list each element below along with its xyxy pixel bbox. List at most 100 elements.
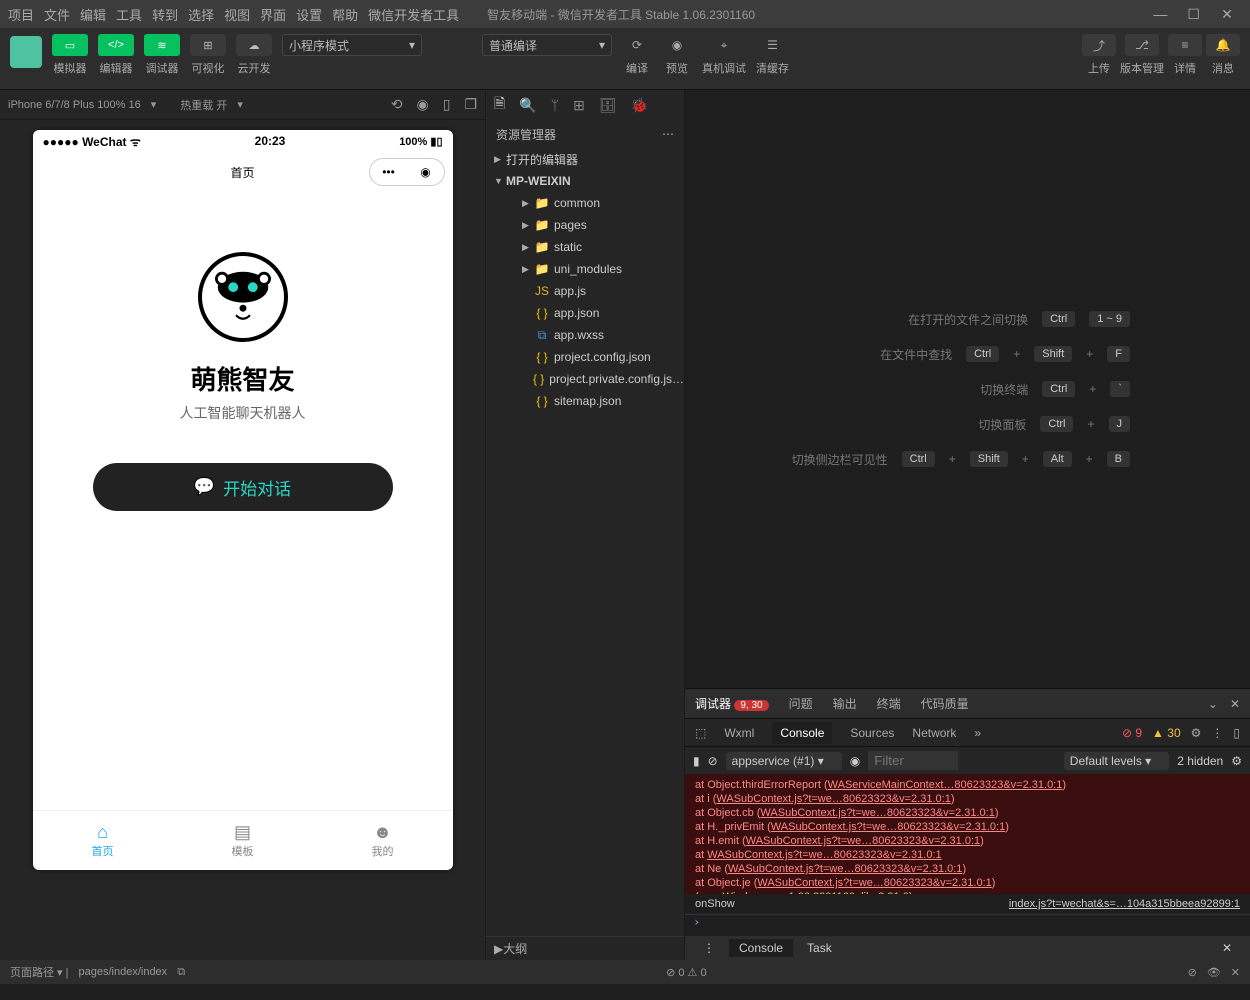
tab-console-bottom[interactable]: Console xyxy=(729,939,793,957)
debugger-button[interactable]: ≋ xyxy=(144,34,180,56)
message-button[interactable]: 🔔 xyxy=(1206,34,1240,56)
ext-icon[interactable]: ⊞ xyxy=(573,97,585,114)
capsule-button[interactable]: •••◉ xyxy=(369,158,445,186)
tab-sources[interactable]: Sources xyxy=(850,726,894,740)
file-project.private.config.js…[interactable]: { }project.private.config.js… xyxy=(486,368,684,390)
gear-icon[interactable]: ⚙ xyxy=(1231,754,1242,768)
tab-template[interactable]: ▤模板 xyxy=(173,811,313,870)
detail-button[interactable]: ≡ xyxy=(1168,34,1202,56)
inspect-icon[interactable]: ⬚ xyxy=(695,726,706,740)
close-panel-icon[interactable]: ✕ xyxy=(1230,697,1240,711)
tab-wxml[interactable]: Wxml xyxy=(724,726,754,740)
tab-network[interactable]: Network xyxy=(912,726,956,740)
device-icon[interactable]: ▯ xyxy=(443,96,451,113)
mode-select[interactable]: 小程序模式▾ xyxy=(282,34,422,56)
refresh-icon[interactable]: ⟲ xyxy=(391,96,403,113)
tab-quality[interactable]: 代码质量 xyxy=(921,695,969,712)
file-project.config.json[interactable]: { }project.config.json xyxy=(486,346,684,368)
files-icon[interactable]: 🗎 xyxy=(494,93,505,117)
console-prompt[interactable]: › xyxy=(685,914,1250,936)
menu-文件[interactable]: 文件 xyxy=(44,8,70,23)
compile-select[interactable]: 普通编译▾ xyxy=(482,34,612,56)
menu-帮助[interactable]: 帮助 xyxy=(332,8,358,23)
status-icon2[interactable]: 👁 xyxy=(1207,966,1221,979)
clear-console-icon[interactable]: ⊘ xyxy=(708,754,718,768)
file-static[interactable]: ▶📁static xyxy=(486,236,684,258)
menu-界面[interactable]: 界面 xyxy=(260,8,286,23)
menu-微信开发者工具[interactable]: 微信开发者工具 xyxy=(368,8,459,23)
dock-icon[interactable]: ▯ xyxy=(1233,726,1240,740)
sidebar-toggle-icon[interactable]: ▮ xyxy=(693,754,700,768)
file-uni_modules[interactable]: ▶📁uni_modules xyxy=(486,258,684,280)
collapse-icon[interactable]: ⌄ xyxy=(1208,697,1218,711)
tab-mine[interactable]: ☻我的 xyxy=(313,811,453,870)
status-icon3[interactable]: ✕ xyxy=(1231,966,1240,979)
file-sitemap.json[interactable]: { }sitemap.json xyxy=(486,390,684,412)
more-tabs-icon[interactable]: » xyxy=(974,726,981,740)
device-info[interactable]: iPhone 6/7/8 Plus 100% 16 xyxy=(8,99,141,111)
hot-reload-label[interactable]: 热重载 开 xyxy=(180,97,227,113)
menu-转到[interactable]: 转到 xyxy=(152,8,178,23)
context-select[interactable]: appservice (#1) ▾ xyxy=(726,752,842,770)
warn-count[interactable]: ▲ 30 xyxy=(1152,726,1181,740)
db-icon[interactable]: 🗄 xyxy=(599,97,617,114)
minimize-icon[interactable]: — xyxy=(1145,6,1175,22)
problem-counts[interactable]: ⊘ 0 ⚠ 0 xyxy=(666,966,706,979)
preview-button[interactable]: ◉ xyxy=(662,34,692,56)
filter-input[interactable] xyxy=(868,751,958,770)
menu-视图[interactable]: 视图 xyxy=(224,8,250,23)
menu-编辑[interactable]: 编辑 xyxy=(80,8,106,23)
project-root[interactable]: ▼MP-WEIXIN xyxy=(486,170,684,192)
levels-select[interactable]: Default levels ▾ xyxy=(1064,752,1169,770)
file-app.js[interactable]: JSapp.js xyxy=(486,280,684,302)
file-app.wxss[interactable]: ⧉app.wxss xyxy=(486,324,684,346)
clear-cache-button[interactable]: ☰ xyxy=(758,34,788,56)
git-icon[interactable]: ᛘ xyxy=(551,97,559,113)
open-editors[interactable]: ▶打开的编辑器 xyxy=(486,148,684,170)
search-icon[interactable]: 🔍 xyxy=(519,97,536,114)
menu-设置[interactable]: 设置 xyxy=(296,8,322,23)
tab-console[interactable]: Console xyxy=(772,722,832,744)
copy-icon[interactable]: ⧉ xyxy=(177,966,185,979)
file-common[interactable]: ▶📁common xyxy=(486,192,684,214)
visualize-button[interactable]: ⊞ xyxy=(190,34,226,56)
menu-icon[interactable]: ⋮ xyxy=(693,939,725,957)
tab-debugger[interactable]: 调试器 9, 30 xyxy=(695,695,769,712)
file-app.json[interactable]: { }app.json xyxy=(486,302,684,324)
popout-icon[interactable]: ❐ xyxy=(464,96,477,113)
tab-terminal[interactable]: 终端 xyxy=(877,695,901,712)
status-icon1[interactable]: ⊘ xyxy=(1188,966,1197,979)
tab-home[interactable]: ⌂首页 xyxy=(33,811,173,870)
error-count[interactable]: ⊘ 9 xyxy=(1122,726,1142,740)
route-label[interactable]: 页面路径 ▾ | xyxy=(10,964,69,980)
maximize-icon[interactable]: ☐ xyxy=(1179,6,1209,23)
start-chat-button[interactable]: 💬开始对话 xyxy=(93,463,393,511)
menu-选择[interactable]: 选择 xyxy=(188,8,214,23)
simulator-button[interactable]: ▭ xyxy=(52,34,88,56)
close-icon[interactable]: ✕ xyxy=(1212,6,1242,23)
close-drawer-icon[interactable]: ✕ xyxy=(1212,939,1242,957)
avatar[interactable] xyxy=(10,36,42,68)
eye-icon[interactable]: ◉ xyxy=(850,754,860,768)
menu-工具[interactable]: 工具 xyxy=(116,8,142,23)
compile-button[interactable]: ⟳ xyxy=(622,34,652,56)
file-pages[interactable]: ▶📁pages xyxy=(486,214,684,236)
menu-项目[interactable]: 项目 xyxy=(8,8,34,23)
bug-icon[interactable]: 🐞 xyxy=(631,97,648,114)
tab-task[interactable]: Task xyxy=(797,939,842,957)
cloud-button[interactable]: ☁ xyxy=(236,34,272,56)
kebab-icon[interactable]: ⋮ xyxy=(1211,726,1223,740)
log-source-link[interactable]: index.js?t=wechat&s=…104a315bbeea92899:1 xyxy=(1009,898,1240,910)
tab-problems[interactable]: 问题 xyxy=(789,695,813,712)
outline-section[interactable]: ▶ 大纲 xyxy=(486,936,684,960)
tab-output[interactable]: 输出 xyxy=(833,695,857,712)
route-path[interactable]: pages/index/index xyxy=(79,966,168,978)
upload-button[interactable]: ⤴ xyxy=(1082,34,1116,56)
more-icon[interactable]: ⋯ xyxy=(662,127,674,141)
real-debug-button[interactable]: ⌖ xyxy=(709,34,739,56)
editor-button[interactable]: </> xyxy=(98,34,134,56)
hidden-count[interactable]: 2 hidden xyxy=(1177,754,1223,768)
version-button[interactable]: ⎇ xyxy=(1125,34,1159,56)
record-icon[interactable]: ◉ xyxy=(417,96,429,113)
settings-icon[interactable]: ⚙ xyxy=(1191,726,1202,740)
